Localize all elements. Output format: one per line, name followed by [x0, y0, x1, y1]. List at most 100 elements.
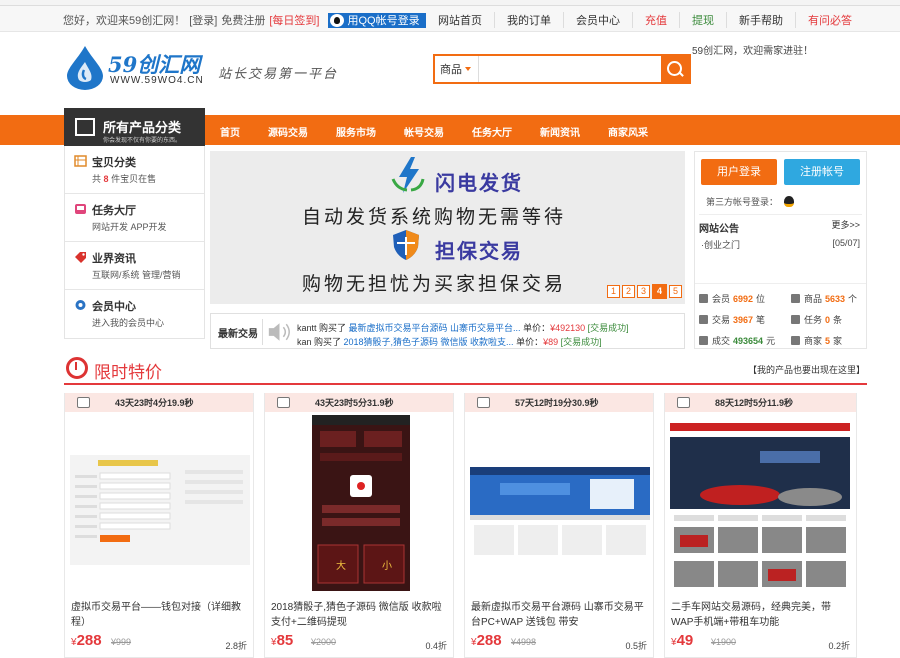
alarm-clock-icon [66, 357, 88, 379]
lightning-logo-icon [391, 157, 425, 193]
product-discount: 0.2折 [828, 641, 850, 651]
goods-count: 8 [103, 174, 109, 184]
news-tag-icon [75, 252, 86, 263]
member-icon [699, 294, 708, 303]
shield-icon [393, 230, 419, 260]
category-item-member[interactable]: 会员中心 进入我的会员中心 [65, 290, 204, 338]
qq-login-label: 用QQ帐号登录 [347, 15, 420, 27]
welcome-text: 您好，欢迎来59创汇网！ [63, 15, 186, 27]
search-category-select[interactable]: 商品 [435, 56, 479, 82]
logo-drop-icon[interactable] [67, 46, 103, 90]
product-name[interactable]: 二手车网站交易源码，经典完美，带WAP手机端+带租车功能 [671, 600, 849, 630]
banner-line-1: 闪电发货 [435, 171, 523, 195]
latest-trades-ticker: 最新交易 kantt 购买了 最新虚拟币交易平台源码 山寨币交易平台... 单价… [210, 313, 685, 349]
banner-page-4[interactable]: 4 [652, 284, 667, 299]
countdown-bar: 43天23时4分19.9秒 [65, 393, 253, 412]
product-discount: 0.4折 [425, 641, 447, 651]
product-price: ¥49 [671, 632, 694, 649]
flash-sale-title: 限时特价 [94, 363, 162, 382]
category-grid-icon [75, 118, 95, 136]
svg-text:大: 大 [336, 559, 346, 572]
product-image[interactable]: 大 小 [270, 415, 450, 595]
countdown-text: 57天12时19分30.9秒 [515, 398, 599, 408]
product-price: ¥85 [271, 632, 294, 649]
product-image[interactable] [70, 415, 250, 595]
search-icon[interactable] [661, 56, 689, 82]
category-panel: 宝贝分类 共 8 件宝贝在售 任务大厅 网站开发 APP开发 业界资讯 互联网/… [64, 146, 205, 339]
top-link-withdraw[interactable]: 提现 [679, 12, 726, 28]
account-panel: 用户登录 注册帐号 第三方帐号登录： 网站公告 更多>> ·创业之门 [05/0… [694, 151, 867, 349]
product-image[interactable] [670, 415, 850, 595]
nav-news[interactable]: 新闻资讯 [540, 124, 580, 139]
top-link-orders[interactable]: 我的订单 [494, 12, 563, 28]
login-link[interactable]: [登录] [189, 12, 217, 28]
ticker-row[interactable]: kantt 购买了 最新虚拟币交易平台源码 山寨币交易平台... 单价：¥492… [297, 321, 629, 334]
third-party-label: 第三方帐号登录： [706, 197, 779, 207]
product-card[interactable]: 88天12时5分11.9秒 二手车网站交易源码，经典完美，带WAP手机端+带租车… [664, 393, 857, 658]
product-price: ¥288 [71, 632, 102, 649]
banner-page-1[interactable]: 1 [607, 285, 620, 298]
ticker-label: 最新交易 [218, 329, 258, 340]
product-card[interactable]: 57天12时19分30.9秒 最新虚拟币交易平台源码 山寨币交易平台PC+WAP… [464, 393, 654, 658]
category-sub: 共 8 件宝贝在售 [92, 174, 157, 184]
product-name[interactable]: 2018猜骰子,猜色子源码 微信版 收款啦支付+二维码提现 [271, 600, 449, 630]
banner-page-3[interactable]: 3 [637, 285, 650, 298]
product-card[interactable]: 43天23时4分19.9秒 虚拟币交易平台——钱包对接（详细教程） ¥288 ¥… [64, 393, 254, 658]
daily-checkin-link[interactable]: [每日签到] [269, 12, 319, 28]
register-account-button[interactable]: 注册帐号 [784, 159, 860, 185]
nav-services[interactable]: 服务市场 [336, 124, 376, 139]
cart-icon [74, 155, 87, 167]
promo-banner[interactable]: 闪电发货 自动发货系统购物无需等待 担保交易 购物无担忧为买家担保交易 1 2 … [210, 151, 685, 304]
task-icon [75, 204, 86, 214]
product-old-price: ¥4998 [511, 637, 537, 647]
nav-merchants[interactable]: 商家风采 [608, 124, 648, 139]
notice-item[interactable]: ·创业之门 [701, 238, 740, 251]
category-item-news[interactable]: 业界资讯 互联网/系统 管理/营销 [65, 242, 204, 290]
banner-line-4: 购物无担忧为买家担保交易 [302, 274, 567, 295]
qq-penguin-icon[interactable] [784, 196, 795, 207]
timer-icon [77, 397, 90, 408]
product-price: ¥288 [471, 632, 502, 649]
timer-icon [677, 397, 690, 408]
nav-accounts[interactable]: 帐号交易 [404, 124, 444, 139]
site-stats: 会员 6992 位 商品 5633 个 交易 3967 笔 任务 0 条 成交 493654 元 商… [695, 283, 866, 346]
banner-pager: 1 2 3 4 5 [605, 284, 682, 299]
search-input[interactable] [479, 56, 661, 82]
nav-source-code[interactable]: 源码交易 [268, 124, 308, 139]
top-link-recharge[interactable]: 充值 [632, 12, 679, 28]
top-link-help[interactable]: 新手帮助 [726, 12, 795, 28]
product-old-price: ¥1900 [711, 637, 737, 647]
top-link-member[interactable]: 会员中心 [563, 12, 632, 28]
product-name[interactable]: 虚拟币交易平台——钱包对接（详细教程） [71, 600, 249, 630]
product-image[interactable] [470, 415, 650, 595]
countdown-text: 43天23时5分31.9秒 [315, 398, 394, 408]
flash-sale-header: 限时特价 【我的产品也要出现在这里】 [64, 355, 867, 385]
category-item-goods[interactable]: 宝贝分类 共 8 件宝贝在售 [65, 146, 204, 194]
stat-volume: 成交 493654 元 [699, 334, 775, 347]
search-category-label: 商品 [440, 64, 462, 76]
task-list-icon [791, 315, 800, 324]
product-card[interactable]: 43天23时5分31.9秒 大 小 2018猜骰子,猜色子源码 微信版 收款啦支… [264, 393, 454, 658]
stat-merchants: 商家 5 家 [791, 334, 842, 347]
ticker-row[interactable]: kan 购买了 2018猜骰子,猜色子源码 微信版 收款啦支... 单价：¥89… [297, 335, 602, 348]
header-welcome: 59创汇网，欢迎需家进驻！ [692, 46, 814, 57]
timer-icon [477, 397, 490, 408]
notice-more-link[interactable]: 更多>> [831, 218, 860, 231]
download-icon [791, 294, 800, 303]
all-categories-button[interactable]: 所有产品分类 你会发现不仅有你要的东西。 [64, 108, 205, 146]
user-login-button[interactable]: 用户登录 [701, 159, 777, 185]
product-name[interactable]: 最新虚拟币交易平台源码 山寨币交易平台PC+WAP 送钱包 带安 [471, 600, 649, 630]
nav-home[interactable]: 首页 [220, 124, 240, 139]
top-link-home[interactable]: 网站首页 [426, 12, 494, 28]
banner-page-2[interactable]: 2 [622, 285, 635, 298]
category-item-tasks[interactable]: 任务大厅 网站开发 APP开发 [65, 194, 204, 242]
stat-members: 会员 6992 位 [699, 292, 765, 305]
list-my-product-link[interactable]: 【我的产品也要出现在这里】 [748, 363, 865, 376]
register-link[interactable]: 免费注册 [221, 12, 265, 28]
stat-trades: 交易 3967 笔 [699, 313, 765, 326]
banner-page-5[interactable]: 5 [669, 285, 682, 298]
qq-login-button[interactable]: 用QQ帐号登录 [327, 12, 426, 28]
top-link-qa[interactable]: 有问必答 [795, 12, 864, 28]
nav-tasks[interactable]: 任务大厅 [472, 124, 512, 139]
countdown-text: 88天12时5分11.9秒 [715, 398, 794, 408]
